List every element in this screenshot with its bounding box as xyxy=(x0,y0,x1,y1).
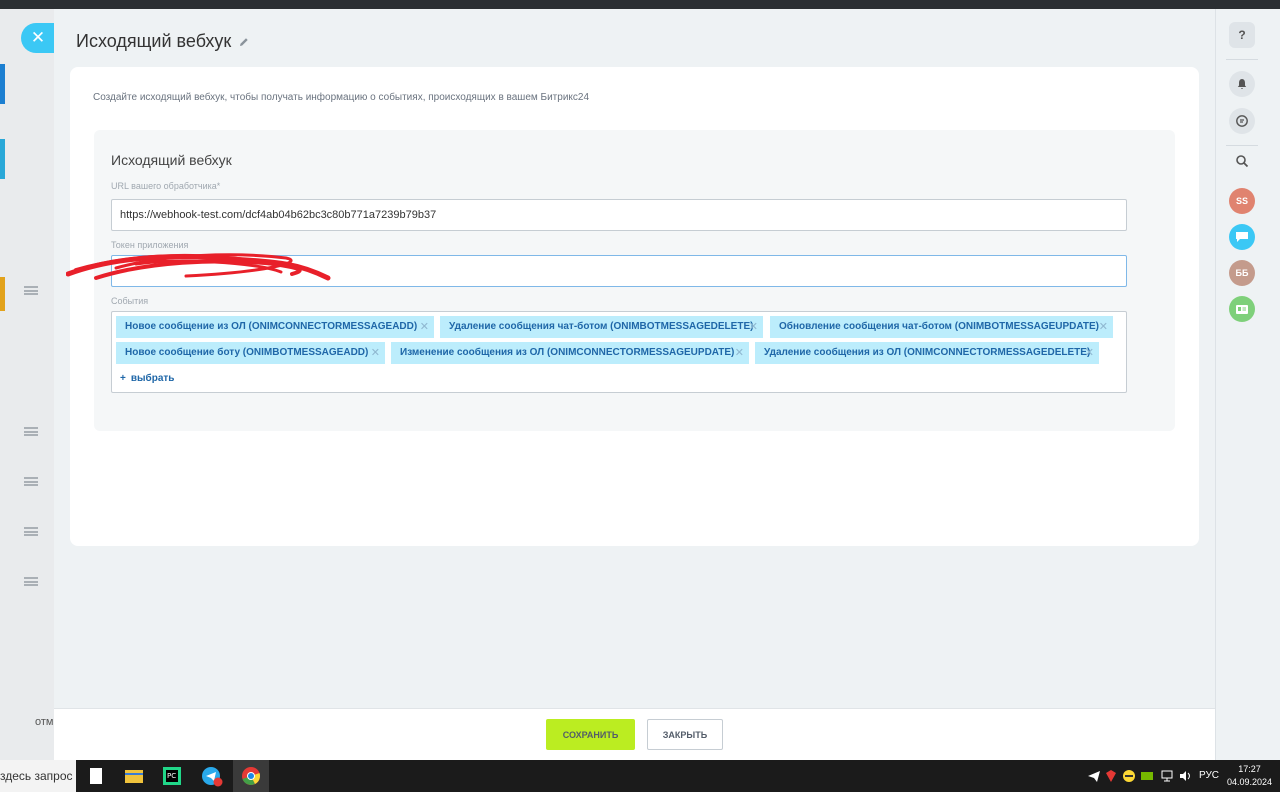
slider-footer: СОХРАНИТЬ ЗАКРЫТЬ xyxy=(54,708,1215,760)
panel-divider xyxy=(1226,59,1258,60)
avatar-initials: ББ xyxy=(1235,268,1249,278)
bell-icon xyxy=(1237,79,1247,89)
event-tag-label: Удаление сообщения чат-ботом (ONIMBOTMES… xyxy=(449,321,754,332)
telegram-app-icon[interactable] xyxy=(200,764,224,788)
url-input[interactable] xyxy=(111,199,1127,231)
clock-date: 04.09.2024 xyxy=(1226,777,1272,787)
background-accent xyxy=(0,139,5,179)
network-tray-icon[interactable] xyxy=(1160,769,1174,783)
chrome-app-icon[interactable] xyxy=(239,764,263,788)
avatar-initials: SS xyxy=(1235,196,1248,206)
contact-card-avatar[interactable] xyxy=(1229,296,1255,322)
help-button[interactable]: ? xyxy=(1229,22,1255,48)
background-accent xyxy=(0,277,5,311)
background-strip xyxy=(0,9,60,760)
avatar[interactable]: ББ xyxy=(1229,260,1255,286)
notifications-button[interactable] xyxy=(1229,71,1255,97)
search-icon xyxy=(1236,155,1249,168)
webhook-slider: Исходящий вебхук Создайте исходящий вебх… xyxy=(54,9,1215,760)
event-tag: Удаление сообщения чат-ботом (ONIMBOTMES… xyxy=(440,316,763,338)
page-title: Исходящий вебхук xyxy=(76,31,232,51)
avatar[interactable]: SS xyxy=(1229,188,1255,214)
drag-handle-icon xyxy=(24,477,38,486)
volume-tray-icon[interactable] xyxy=(1178,769,1192,783)
url-label: URL вашего обработчика* xyxy=(111,181,221,191)
chat-search-icon xyxy=(1236,115,1248,127)
background-page: отм xyxy=(0,9,60,760)
keyboard-language[interactable]: РУС xyxy=(1199,770,1219,781)
event-tag: Новое сообщение боту (ONIMBOTMESSAGEADD)… xyxy=(116,342,385,364)
antivirus-tray-icon[interactable] xyxy=(1104,769,1118,783)
drag-handle-icon xyxy=(24,286,38,295)
nvidia-tray-icon[interactable] xyxy=(1140,769,1154,783)
card-description: Создайте исходящий вебхук, чтобы получат… xyxy=(93,92,590,103)
remove-tag-icon[interactable]: ✕ xyxy=(749,316,758,338)
svg-text:PC: PC xyxy=(167,772,176,780)
event-tag-label: Новое сообщение боту (ONIMBOTMESSAGEADD) xyxy=(125,347,369,358)
chat-bubble-icon xyxy=(1236,232,1248,242)
webhook-card: Создайте исходящий вебхук, чтобы получат… xyxy=(70,67,1199,546)
drag-handle-icon xyxy=(24,527,38,536)
event-tag-label: Удаление сообщения из ОЛ (ONIMCONNECTORM… xyxy=(764,347,1091,358)
help-icon: ? xyxy=(1238,28,1246,42)
taskbar-clock[interactable]: 17:27 04.09.2024 xyxy=(1227,763,1272,789)
contact-card-icon xyxy=(1236,304,1248,314)
close-slider-button[interactable]: ✕ xyxy=(21,23,55,53)
event-tag-label: Новое сообщение из ОЛ (ONIMCONNECTORMESS… xyxy=(125,321,418,332)
remove-tag-icon[interactable]: ✕ xyxy=(371,342,380,364)
plus-icon: + xyxy=(120,373,126,384)
os-taskbar: здесь запрос PC РУС 17:27 04.09.2024 xyxy=(0,760,1280,792)
section-title: Исходящий вебхук xyxy=(111,152,232,168)
search-button[interactable] xyxy=(1229,148,1255,174)
window-top-strip xyxy=(0,0,1280,9)
event-tag: Обновление сообщения чат-ботом (ONIMBOTM… xyxy=(770,316,1113,338)
chat-search-button[interactable] xyxy=(1229,108,1255,134)
event-tag: Изменение сообщения из ОЛ (ONIMCONNECTOR… xyxy=(391,342,749,364)
event-tag-label: Изменение сообщения из ОЛ (ONIMCONNECTOR… xyxy=(400,347,735,358)
event-tag-label: Обновление сообщения чат-ботом (ONIMBOTM… xyxy=(779,321,1099,332)
pencil-icon[interactable] xyxy=(239,37,249,47)
add-event-link[interactable]: + выбрать xyxy=(120,373,174,384)
drag-handle-icon xyxy=(24,427,38,436)
chat-avatar[interactable] xyxy=(1229,224,1255,250)
right-panel: ? SS ББ xyxy=(1215,9,1280,760)
remove-tag-icon[interactable]: ✕ xyxy=(420,316,429,338)
drag-handle-icon xyxy=(24,577,38,586)
pycharm-app-icon[interactable]: PC xyxy=(160,764,184,788)
cancel-button[interactable]: ЗАКРЫТЬ xyxy=(647,719,723,750)
close-icon: ✕ xyxy=(30,28,46,47)
slider-header: Исходящий вебхук xyxy=(76,31,249,52)
event-tag: Новое сообщение из ОЛ (ONIMCONNECTORMESS… xyxy=(116,316,434,338)
panel-divider xyxy=(1226,145,1258,146)
events-label: События xyxy=(111,296,149,306)
taskbar-search[interactable]: здесь запрос xyxy=(0,760,76,792)
telegram-tray-icon[interactable] xyxy=(1087,769,1101,783)
redaction-scribble xyxy=(66,253,331,281)
remove-tag-icon[interactable]: ✕ xyxy=(1099,316,1108,338)
file-explorer-icon[interactable] xyxy=(122,764,146,788)
remove-tag-icon[interactable]: ✕ xyxy=(735,342,744,364)
background-accent xyxy=(0,64,5,104)
save-button[interactable]: СОХРАНИТЬ xyxy=(546,719,635,750)
app-tray-icon[interactable] xyxy=(1122,769,1136,783)
add-event-label: выбрать xyxy=(130,373,175,384)
clock-time: 17:27 xyxy=(1238,764,1261,774)
notepad-app-icon[interactable] xyxy=(84,764,108,788)
events-selector[interactable]: Новое сообщение из ОЛ (ONIMCONNECTORMESS… xyxy=(111,311,1127,393)
remove-tag-icon[interactable]: ✕ xyxy=(1085,342,1094,364)
background-text: отм xyxy=(35,716,54,728)
event-tag: Удаление сообщения из ОЛ (ONIMCONNECTORM… xyxy=(755,342,1099,364)
